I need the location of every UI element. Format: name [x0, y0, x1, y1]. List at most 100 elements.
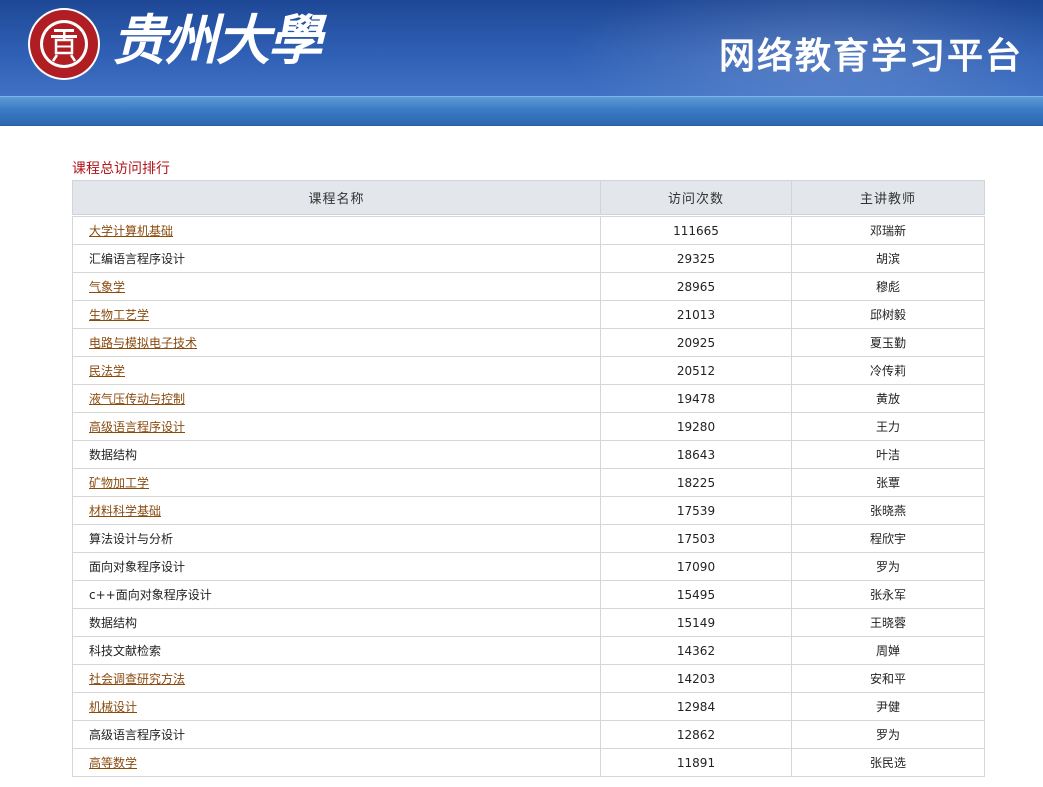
teacher-cell: 黄放	[791, 384, 985, 413]
course-name: 数据结构	[89, 616, 138, 630]
table-row: 民法学 20512 冷传莉	[72, 356, 985, 385]
course-name-cell: 高级语言程序设计	[72, 720, 601, 749]
teacher-cell: 叶洁	[791, 440, 985, 469]
course-name: 汇编语言程序设计	[89, 252, 186, 266]
teacher-cell: 邓瑞新	[791, 216, 985, 245]
teacher-cell: 张晓燕	[791, 496, 985, 525]
course-name-cell: 汇编语言程序设计	[72, 244, 601, 273]
visit-count-cell: 12862	[600, 720, 792, 749]
table-row: 电路与模拟电子技术 20925 夏玉勤	[72, 328, 985, 357]
table-row: 数据结构 18643 叶洁	[72, 440, 985, 469]
course-name-cell: 民法学	[72, 356, 601, 385]
course-link[interactable]: 气象学	[89, 280, 125, 294]
nav-bar	[0, 96, 1043, 126]
column-header-course: 课程名称	[72, 180, 601, 215]
teacher-cell: 胡滨	[791, 244, 985, 273]
course-name: 算法设计与分析	[89, 532, 174, 546]
course-link[interactable]: 社会调查研究方法	[89, 672, 185, 686]
teacher-cell: 尹健	[791, 692, 985, 721]
course-name-cell: 高级语言程序设计	[72, 412, 601, 441]
university-logo-text: 贵州大學	[112, 8, 322, 72]
course-name-cell: 生物工艺学	[72, 300, 601, 329]
visit-count-cell: 20925	[600, 328, 792, 357]
teacher-cell: 冷传莉	[791, 356, 985, 385]
course-name: c++面向对象程序设计	[89, 588, 212, 602]
course-name-cell: 电路与模拟电子技术	[72, 328, 601, 357]
visit-count-cell: 111665	[600, 216, 792, 245]
course-name-cell: 高等数学	[72, 748, 601, 777]
course-link[interactable]: 高等数学	[89, 756, 137, 770]
course-name-cell: 数据结构	[72, 440, 601, 469]
course-link[interactable]: 机械设计	[89, 700, 137, 714]
table-row: 材料科学基础 17539 张晓燕	[72, 496, 985, 525]
table-row: 高级语言程序设计 12862 罗为	[72, 720, 985, 749]
teacher-cell: 夏玉勤	[791, 328, 985, 357]
visit-count-cell: 17503	[600, 524, 792, 553]
visit-count-cell: 18225	[600, 468, 792, 497]
table-row: 科技文献检索 14362 周婵	[72, 636, 985, 665]
table-row: 机械设计 12984 尹健	[72, 692, 985, 721]
visit-count-cell: 12984	[600, 692, 792, 721]
course-link[interactable]: 液气压传动与控制	[89, 392, 185, 406]
header-banner: 贵州大學 网络教育学习平台	[0, 0, 1043, 96]
table-row: 矿物加工学 18225 张覃	[72, 468, 985, 497]
teacher-cell: 罗为	[791, 552, 985, 581]
visit-count-cell: 15495	[600, 580, 792, 609]
teacher-cell: 邱树毅	[791, 300, 985, 329]
table-row: c++面向对象程序设计 15495 张永军	[72, 580, 985, 609]
course-link[interactable]: 民法学	[89, 364, 125, 378]
table-row: 高级语言程序设计 19280 王力	[72, 412, 985, 441]
visit-count-cell: 17090	[600, 552, 792, 581]
teacher-cell: 周婵	[791, 636, 985, 665]
course-name-cell: 液气压传动与控制	[72, 384, 601, 413]
course-ranking-table: 课程名称 访问次数 主讲教师 大学计算机基础 111665 邓瑞新 汇编语言程序设计 2…	[72, 180, 985, 777]
course-name: 科技文献检索	[89, 644, 162, 658]
visit-count-cell: 20512	[600, 356, 792, 385]
course-link[interactable]: 矿物加工学	[89, 476, 149, 490]
table-row: 汇编语言程序设计 29325 胡滨	[72, 244, 985, 273]
column-header-teacher: 主讲教师	[791, 180, 985, 215]
course-link[interactable]: 材料科学基础	[89, 504, 161, 518]
course-name: 高级语言程序设计	[89, 728, 186, 742]
course-name-cell: 材料科学基础	[72, 496, 601, 525]
teacher-cell: 程欣宇	[791, 524, 985, 553]
university-seal-icon	[28, 8, 100, 80]
visit-count-cell: 11891	[600, 748, 792, 777]
course-name-cell: 气象学	[72, 272, 601, 301]
table-row: 生物工艺学 21013 邱树毅	[72, 300, 985, 329]
course-name: 面向对象程序设计	[89, 560, 186, 574]
section-title: 课程总访问排行	[72, 161, 170, 177]
visit-count-cell: 14362	[600, 636, 792, 665]
course-name-cell: 算法设计与分析	[72, 524, 601, 553]
table-row: 算法设计与分析 17503 程欣宇	[72, 524, 985, 553]
teacher-cell: 张覃	[791, 468, 985, 497]
course-link[interactable]: 电路与模拟电子技术	[89, 336, 197, 350]
table-row: 气象学 28965 穆彪	[72, 272, 985, 301]
course-name: 数据结构	[89, 448, 138, 462]
visit-count-cell: 28965	[600, 272, 792, 301]
course-link[interactable]: 高级语言程序设计	[89, 420, 185, 434]
visit-count-cell: 29325	[600, 244, 792, 273]
course-link[interactable]: 大学计算机基础	[89, 224, 173, 238]
table-row: 液气压传动与控制 19478 黄放	[72, 384, 985, 413]
table-row: 数据结构 15149 王晓蓉	[72, 608, 985, 637]
teacher-cell: 穆彪	[791, 272, 985, 301]
table-row: 高等数学 11891 张民选	[72, 748, 985, 777]
course-name-cell: 科技文献检索	[72, 636, 601, 665]
visit-count-cell: 21013	[600, 300, 792, 329]
teacher-cell: 王晓蓉	[791, 608, 985, 637]
visit-count-cell: 15149	[600, 608, 792, 637]
visit-count-cell: 14203	[600, 664, 792, 693]
course-name-cell: 面向对象程序设计	[72, 552, 601, 581]
teacher-cell: 张永军	[791, 580, 985, 609]
course-name-cell: 大学计算机基础	[72, 216, 601, 245]
table-row: 面向对象程序设计 17090 罗为	[72, 552, 985, 581]
platform-title: 网络教育学习平台	[718, 35, 1023, 77]
course-name-cell: 社会调查研究方法	[72, 664, 601, 693]
course-name-cell: c++面向对象程序设计	[72, 580, 601, 609]
ranking-section: 课程总访问排行 课程名称 访问次数 主讲教师 大学计算机基础 111665 邓瑞新汇…	[72, 158, 985, 777]
teacher-cell: 王力	[791, 412, 985, 441]
teacher-cell: 张民选	[791, 748, 985, 777]
visit-count-cell: 19478	[600, 384, 792, 413]
course-link[interactable]: 生物工艺学	[89, 308, 149, 322]
